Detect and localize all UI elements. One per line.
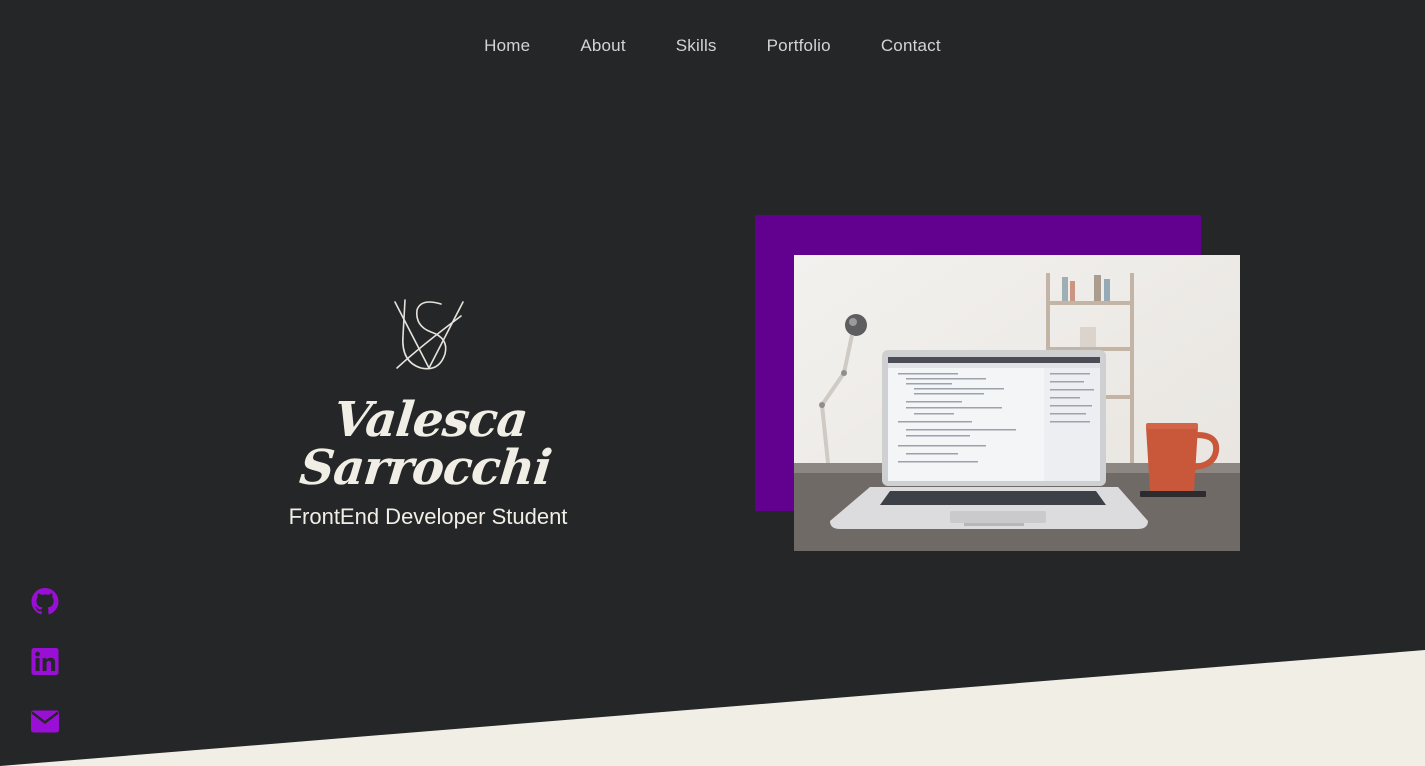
- github-link[interactable]: [31, 588, 59, 615]
- laptop-desk-illustration: [794, 255, 1240, 551]
- hero-intro: Valesca Sarrocchi FrontEnd Developer Stu…: [228, 296, 628, 530]
- nav-portfolio[interactable]: Portfolio: [767, 36, 831, 56]
- linkedin-icon: [31, 648, 59, 675]
- hero-role: FrontEnd Developer Student: [288, 504, 568, 529]
- envelope-icon: [31, 710, 59, 733]
- github-icon: [31, 588, 59, 615]
- nav-contact[interactable]: Contact: [881, 36, 941, 56]
- nav-home[interactable]: Home: [484, 36, 530, 56]
- vs-monogram-logo: [394, 299, 464, 370]
- email-link[interactable]: [31, 708, 59, 735]
- social-links: [31, 588, 59, 735]
- main-nav: Home About Skills Portfolio Contact: [0, 36, 1425, 56]
- nav-skills[interactable]: Skills: [676, 36, 717, 56]
- hero-name: Valesca Sarrocchi: [297, 392, 554, 496]
- linkedin-link[interactable]: [31, 648, 59, 675]
- nav-about[interactable]: About: [580, 36, 625, 56]
- hero-photo: [794, 255, 1240, 551]
